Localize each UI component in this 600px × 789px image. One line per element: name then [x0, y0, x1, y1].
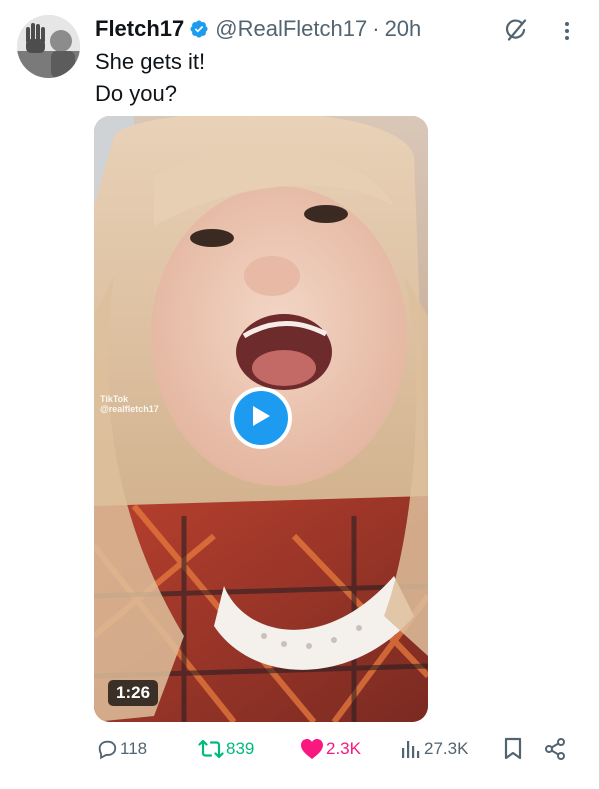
retweet-count: 839 — [226, 739, 255, 758]
share-button[interactable] — [543, 734, 567, 764]
play-icon — [250, 404, 272, 433]
like-button[interactable]: 2.3K — [300, 734, 361, 764]
tweet-text-line: She gets it! — [95, 49, 206, 74]
bookmark-button[interactable] — [503, 734, 523, 764]
video-player[interactable]: TikTok @realfletch17 1:26 — [94, 116, 428, 722]
more-dots-icon[interactable] — [557, 18, 577, 44]
tweet-actions: 118 839 2.3K 27.3K — [0, 734, 600, 764]
reply-icon — [96, 738, 118, 760]
tiktok-watermark-user: @realfletch17 — [100, 404, 159, 414]
header-separator: · — [372, 16, 380, 41]
tweet-timestamp[interactable]: 20h — [385, 16, 422, 42]
views-count: 27.3K — [424, 739, 469, 758]
author-name[interactable]: Fletch17 — [95, 16, 184, 42]
views-icon — [400, 738, 422, 760]
tweet-text: She gets it! Do you? — [95, 46, 205, 110]
reply-button[interactable]: 118 — [96, 734, 147, 764]
tweet-text-line: Do you? — [95, 81, 177, 106]
author-handle[interactable]: @RealFletch17 — [215, 16, 367, 42]
views-button[interactable]: 27.3K — [400, 734, 468, 764]
bookmark-icon — [503, 737, 523, 761]
play-button[interactable] — [230, 387, 292, 449]
tiktok-watermark: TikTok @realfletch17 — [100, 394, 159, 414]
heart-icon — [300, 738, 324, 760]
like-count: 2.3K — [326, 739, 361, 758]
tweet-header: Fletch17 @RealFletch17 · 20h — [95, 14, 421, 44]
tiktok-watermark-brand: TikTok — [100, 394, 129, 404]
reply-count: 118 — [120, 739, 148, 758]
tweet-card: Fletch17 @RealFletch17 · 20h She gets it… — [0, 0, 600, 789]
avatar[interactable] — [17, 15, 80, 78]
video-duration: 1:26 — [108, 680, 159, 706]
share-icon — [543, 737, 567, 761]
grok-icon[interactable] — [502, 16, 530, 44]
retweet-icon — [198, 738, 224, 760]
verified-badge-icon — [189, 19, 209, 39]
retweet-button[interactable]: 839 — [198, 734, 254, 764]
